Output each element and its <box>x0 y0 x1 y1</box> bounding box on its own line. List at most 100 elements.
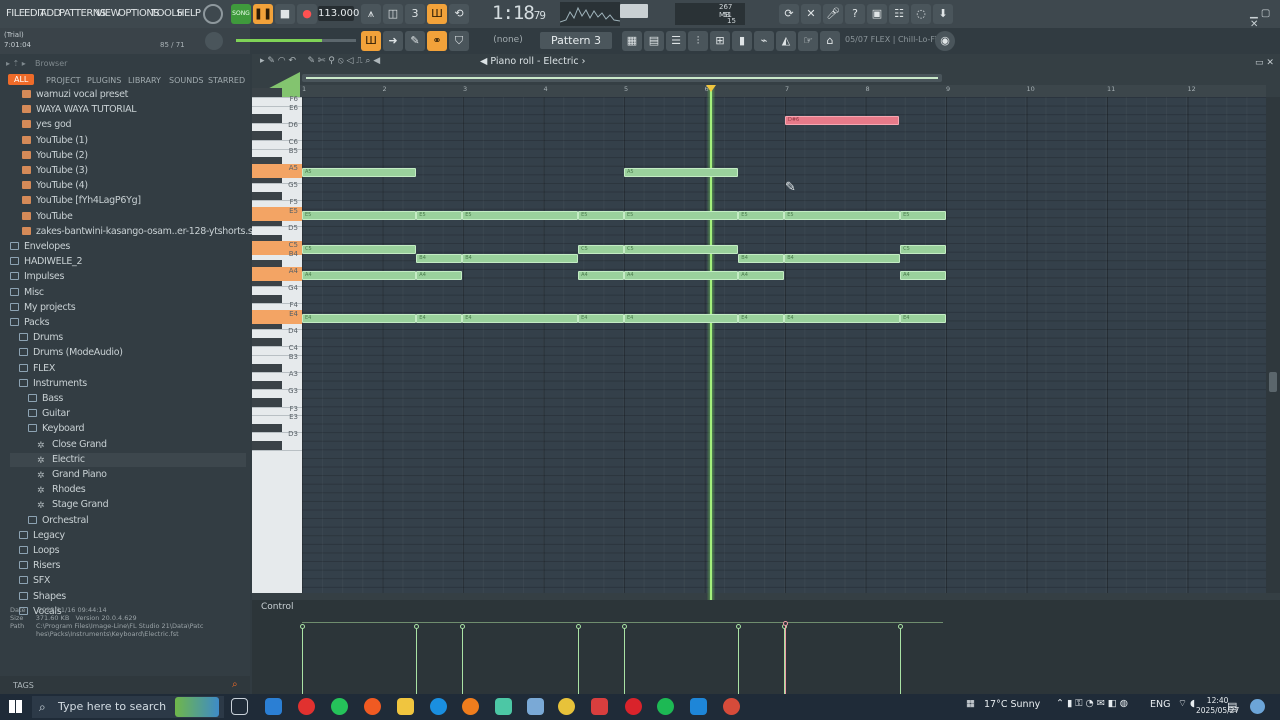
touch-icon[interactable]: ☞ <box>798 31 818 51</box>
browser-item[interactable]: Loops <box>10 544 60 558</box>
arrow-icon[interactable]: ➜ <box>383 31 403 51</box>
chain-icon[interactable]: ⚭ <box>427 31 447 51</box>
note[interactable]: A5 <box>624 167 739 177</box>
wait-input-icon[interactable]: ◫ <box>383 4 403 24</box>
app-icon-2[interactable] <box>527 698 544 715</box>
note[interactable]: B4 <box>462 253 579 263</box>
refresh-icon[interactable]: ⟳ <box>779 4 799 24</box>
download-icon[interactable]: ⬇ <box>933 4 953 24</box>
note[interactable]: E4 <box>578 314 624 323</box>
note[interactable]: C5 <box>302 245 417 255</box>
help-icon[interactable]: ? <box>845 4 865 24</box>
ruler-bar-number[interactable]: 8 <box>866 85 870 93</box>
velocity-bar[interactable] <box>736 624 742 694</box>
edge-icon[interactable] <box>430 698 447 715</box>
ruler-bar-number[interactable]: 2 <box>383 85 387 93</box>
tray-icons[interactable]: ⌃ ▮ ⚿ ◔ ✉ ◧ ◍ <box>1056 698 1128 709</box>
note-grid[interactable] <box>302 97 1266 593</box>
task-view-icon[interactable] <box>231 698 248 715</box>
note[interactable]: C5 <box>578 245 624 255</box>
browser-item[interactable]: Packs <box>10 316 50 330</box>
tag-search-icon[interactable]: ⌕ <box>232 679 238 690</box>
menu-view[interactable]: VIEW <box>96 8 121 19</box>
browser-item[interactable]: Legacy <box>10 529 65 543</box>
plug-icon[interactable]: ⌁ <box>754 31 774 51</box>
record-mode-icon[interactable] <box>203 4 223 24</box>
note[interactable]: C5 <box>624 245 739 255</box>
note[interactable]: E4 <box>624 314 739 323</box>
note[interactable]: E5 <box>624 210 739 220</box>
snap-selector[interactable]: (none) <box>480 33 536 48</box>
menu-help[interactable]: HELP <box>177 8 201 19</box>
playlist-icon[interactable]: Ш <box>361 31 381 51</box>
note[interactable]: A4 <box>578 271 624 280</box>
file-explorer-icon[interactable] <box>397 698 414 715</box>
velocity-bar[interactable] <box>576 624 582 694</box>
browser-item[interactable]: Drums <box>10 331 63 345</box>
notification-icon[interactable]: ▤ <box>1227 700 1237 713</box>
tab-plugins[interactable]: PLUGINS <box>87 76 121 85</box>
black-key[interactable] <box>252 88 282 97</box>
browser-item[interactable]: Envelopes <box>10 240 70 254</box>
playhead-marker[interactable] <box>705 85 716 92</box>
browser-item[interactable]: Instruments <box>10 377 87 391</box>
ruler-bar-number[interactable]: 1 <box>302 85 306 93</box>
app-icon-6[interactable] <box>723 698 740 715</box>
stamp-icon[interactable]: ⛉ <box>449 31 469 51</box>
browser-item[interactable]: HADIWELE_2 <box>10 255 83 269</box>
control-lane[interactable] <box>252 600 1280 694</box>
browser-item[interactable]: Risers <box>10 559 60 573</box>
menu-file[interactable]: FILE <box>6 8 25 19</box>
mail-icon[interactable] <box>265 698 282 715</box>
browser-item[interactable]: SFX <box>10 574 50 588</box>
browser-item[interactable]: Misc <box>10 286 44 300</box>
app-icon-1[interactable] <box>495 698 512 715</box>
control-lane-label[interactable]: Control <box>261 602 294 612</box>
ruler-bar-number[interactable]: 5 <box>624 85 628 93</box>
opera-icon[interactable] <box>298 698 315 715</box>
weather-text[interactable]: 17°C Sunny <box>984 699 1040 710</box>
tempo-display[interactable]: 113.000 <box>318 6 359 21</box>
black-key[interactable] <box>252 294 282 304</box>
browser-item[interactable]: YouTube (2) <box>10 149 88 163</box>
weather-icon[interactable]: ▦ <box>966 698 975 709</box>
black-key[interactable] <box>252 191 282 201</box>
browser-item[interactable]: Bass <box>10 392 63 406</box>
link-icon[interactable]: ✕ <box>801 4 821 24</box>
note[interactable]: B4 <box>416 253 463 263</box>
note[interactable]: A4 <box>302 271 417 280</box>
browser-item[interactable]: Orchestral <box>10 514 89 528</box>
whatsapp-icon[interactable] <box>331 698 348 715</box>
ruler-bar-number[interactable]: 11 <box>1107 85 1115 93</box>
browser-icon[interactable]: ▮ <box>732 31 752 51</box>
note[interactable]: A4 <box>900 271 946 280</box>
menu-add[interactable]: ADD <box>40 8 61 19</box>
ruler-bar-number[interactable]: 9 <box>946 85 950 93</box>
overview-scrollbar[interactable] <box>302 74 942 82</box>
note[interactable]: E4 <box>900 314 946 323</box>
black-key[interactable] <box>252 114 282 123</box>
browser-item[interactable]: ✲ Grand Piano <box>10 468 107 482</box>
browser-item[interactable]: yes god <box>10 118 72 132</box>
browser-item[interactable]: YouTube [fYh4LagP6Yg] <box>10 194 141 208</box>
browser-nav-icons[interactable]: ▸ ⇡ ▸ <box>6 59 26 68</box>
note[interactable]: E4 <box>738 314 785 323</box>
piano-roll-window-controls[interactable]: ▭ ✕ <box>1255 58 1274 68</box>
black-key[interactable] <box>252 363 282 373</box>
note[interactable]: E5 <box>578 210 624 220</box>
ruler-bar-number[interactable]: 4 <box>544 85 548 93</box>
note[interactable]: E5 <box>738 210 785 220</box>
spotify-icon[interactable] <box>657 698 674 715</box>
browser-item[interactable]: ✲ Close Grand <box>10 438 107 452</box>
windows-start-icon[interactable] <box>9 700 22 713</box>
velocity-handle[interactable] <box>300 624 305 629</box>
note[interactable]: E4 <box>416 314 463 323</box>
fl-studio-icon[interactable] <box>462 698 479 715</box>
app-icon-5[interactable] <box>690 698 707 715</box>
network-icons[interactable]: ⌔ ◖ <box>1178 698 1195 709</box>
note[interactable]: E5 <box>462 210 579 220</box>
browser-item[interactable]: ✲ Rhodes <box>10 483 86 497</box>
velocity-bar-selected[interactable] <box>783 621 788 694</box>
firefox-icon[interactable] <box>364 698 381 715</box>
vertical-scrollbar[interactable] <box>1266 97 1280 593</box>
